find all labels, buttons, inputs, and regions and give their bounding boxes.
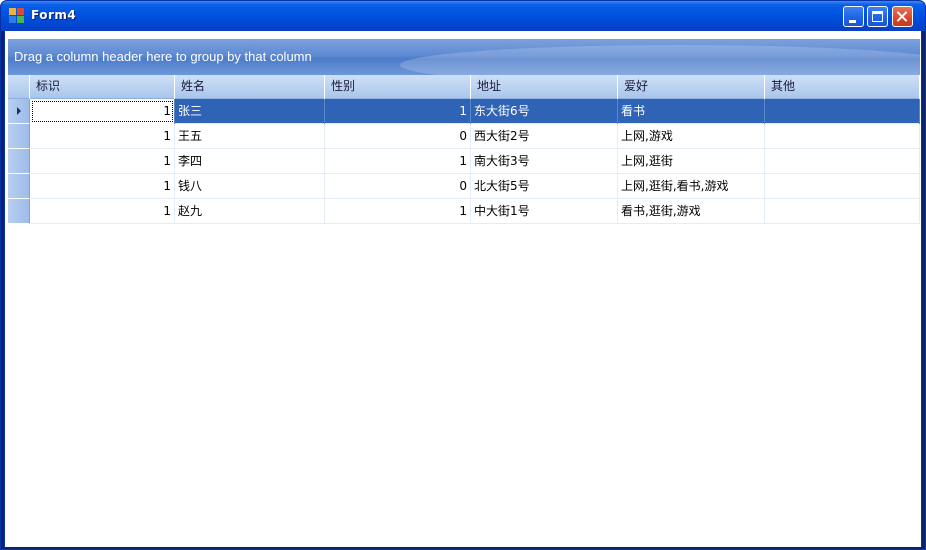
column-header-hobby[interactable]: 爱好: [618, 75, 765, 99]
window-title: Form4: [31, 8, 77, 22]
title-bar[interactable]: Form4: [1, 1, 925, 31]
maximize-icon: [872, 11, 883, 22]
column-header-gender[interactable]: 性别: [325, 75, 471, 99]
cell-hobby[interactable]: 上网,游戏: [618, 124, 765, 149]
cell-other[interactable]: [765, 174, 920, 199]
column-header-address[interactable]: 地址: [471, 75, 618, 99]
close-button[interactable]: [892, 6, 913, 27]
close-icon: [893, 7, 912, 26]
cell-id[interactable]: 1: [30, 124, 175, 149]
cell-name[interactable]: 王五: [175, 124, 325, 149]
cell-other[interactable]: [765, 149, 920, 174]
group-by-panel[interactable]: Drag a column header here to group by th…: [8, 39, 920, 75]
row-indicator[interactable]: [8, 99, 30, 124]
data-grid[interactable]: 标识 姓名 性别 地址 爱好 其他 1 张三 1 东大街6号 看书 1 王五 0…: [8, 75, 920, 547]
app-icon[interactable]: [9, 8, 25, 24]
column-header-name[interactable]: 姓名: [175, 75, 325, 99]
cell-other[interactable]: [765, 199, 920, 224]
table-row[interactable]: 1 赵九 1 中大街1号 看书,逛街,游戏: [8, 199, 920, 224]
table-row[interactable]: 1 李四 1 南大街3号 上网,逛街: [8, 149, 920, 174]
cell-name[interactable]: 钱八: [175, 174, 325, 199]
cell-gender[interactable]: 1: [325, 149, 471, 174]
cell-address[interactable]: 中大街1号: [471, 199, 618, 224]
cell-gender[interactable]: 1: [325, 199, 471, 224]
row-indicator-arrow-icon: [17, 107, 21, 115]
row-indicator[interactable]: [8, 124, 30, 149]
form-client-area: Drag a column header here to group by th…: [4, 31, 922, 547]
header-indicator-cell: [8, 75, 30, 99]
cell-hobby[interactable]: 上网,逛街: [618, 149, 765, 174]
cell-other[interactable]: [765, 124, 920, 149]
row-indicator[interactable]: [8, 199, 30, 224]
cell-other[interactable]: [765, 99, 920, 124]
cell-hobby[interactable]: 看书,逛街,游戏: [618, 199, 765, 224]
cell-gender[interactable]: 0: [325, 174, 471, 199]
column-header-other[interactable]: 其他: [765, 75, 920, 99]
cell-id[interactable]: 1: [30, 99, 175, 124]
cell-hobby[interactable]: 上网,逛街,看书,游戏: [618, 174, 765, 199]
cell-address[interactable]: 南大街3号: [471, 149, 618, 174]
grid-header-row: 标识 姓名 性别 地址 爱好 其他: [8, 75, 920, 99]
column-header-id[interactable]: 标识: [30, 75, 175, 99]
cell-address[interactable]: 东大街6号: [471, 99, 618, 124]
cell-name[interactable]: 李四: [175, 149, 325, 174]
cell-address[interactable]: 西大街2号: [471, 124, 618, 149]
table-row[interactable]: 1 钱八 0 北大街5号 上网,逛街,看书,游戏: [8, 174, 920, 199]
cell-address[interactable]: 北大街5号: [471, 174, 618, 199]
row-indicator[interactable]: [8, 149, 30, 174]
cell-name[interactable]: 赵九: [175, 199, 325, 224]
cell-hobby[interactable]: 看书: [618, 99, 765, 124]
cell-name[interactable]: 张三: [175, 99, 325, 124]
group-by-hint: Drag a column header here to group by th…: [14, 49, 312, 64]
table-row[interactable]: 1 张三 1 东大街6号 看书: [8, 99, 920, 124]
cell-id[interactable]: 1: [30, 174, 175, 199]
minimize-button[interactable]: [843, 6, 864, 27]
minimize-icon: [849, 20, 856, 23]
table-row[interactable]: 1 王五 0 西大街2号 上网,游戏: [8, 124, 920, 149]
cell-id[interactable]: 1: [30, 149, 175, 174]
maximize-button[interactable]: [867, 6, 888, 27]
row-indicator[interactable]: [8, 174, 30, 199]
form4-window: Form4 Drag a column header here to group…: [0, 0, 926, 550]
cell-gender[interactable]: 1: [325, 99, 471, 124]
cell-gender[interactable]: 0: [325, 124, 471, 149]
cell-id[interactable]: 1: [30, 199, 175, 224]
